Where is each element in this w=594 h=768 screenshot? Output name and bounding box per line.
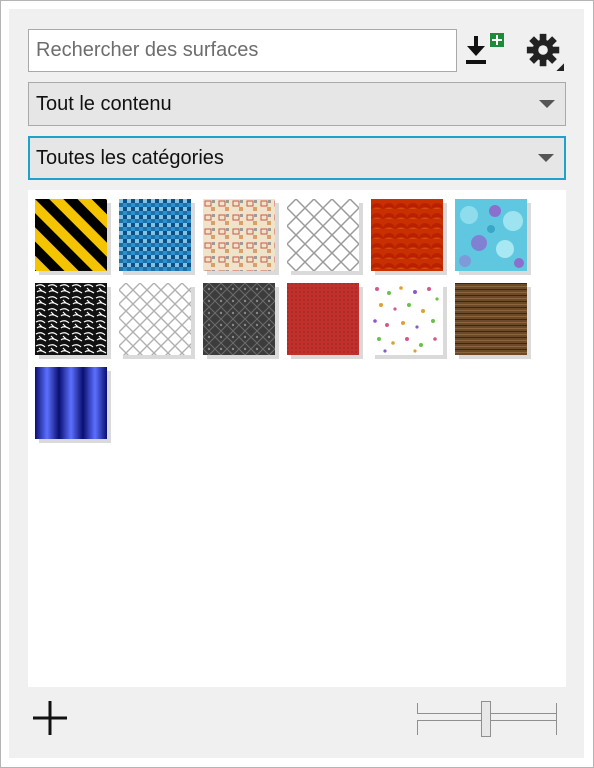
- search-input[interactable]: [28, 29, 457, 72]
- category-filter-label: Toutes les catégories: [36, 146, 224, 169]
- fill-thumbnail[interactable]: [371, 199, 443, 271]
- chevron-down-icon: [538, 154, 554, 162]
- content-filter-dropdown[interactable]: Tout le contenu: [28, 82, 566, 126]
- fill-thumbnail[interactable]: [203, 283, 275, 355]
- content-filter-label: Tout le contenu: [36, 92, 172, 115]
- fill-thumbnail[interactable]: [455, 199, 527, 271]
- fill-thumbnail[interactable]: [455, 283, 527, 355]
- fill-thumbnail[interactable]: [35, 199, 107, 271]
- download-add-icon: [466, 33, 504, 64]
- fill-thumbnail[interactable]: [203, 199, 275, 271]
- fills-grid: [28, 190, 566, 687]
- thumbnail-size-slider[interactable]: [417, 701, 557, 737]
- chevron-down-icon: [539, 100, 555, 108]
- fill-thumbnail[interactable]: [287, 199, 359, 271]
- settings-button[interactable]: [524, 30, 564, 72]
- fill-thumbnail[interactable]: [287, 283, 359, 355]
- slider-max-tick: [556, 703, 557, 735]
- fill-thumbnail[interactable]: [35, 367, 107, 439]
- fill-thumbnail[interactable]: [119, 199, 191, 271]
- category-filter-dropdown[interactable]: Toutes les catégories: [28, 136, 566, 180]
- plus-icon[interactable]: [33, 701, 67, 735]
- fill-thumbnail[interactable]: [371, 283, 443, 355]
- slider-handle[interactable]: [481, 701, 491, 737]
- fill-thumbnail[interactable]: [35, 283, 107, 355]
- download-add-button[interactable]: [466, 30, 506, 72]
- gear-icon: [526, 33, 564, 71]
- fill-thumbnail[interactable]: [119, 283, 191, 355]
